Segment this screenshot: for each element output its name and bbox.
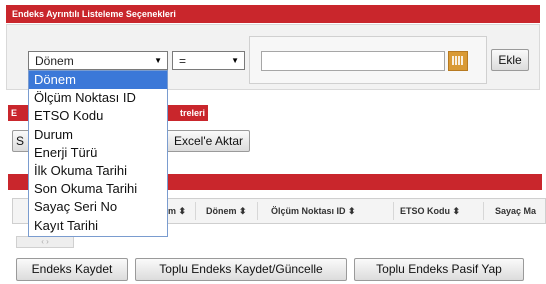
toolbar-left-button-label: S — [16, 134, 25, 148]
column-header-olcum-noktasi-id[interactable]: Ölçüm Noktası ID ⬍ — [271, 199, 356, 223]
dropdown-option[interactable]: Enerji Türü — [29, 144, 167, 162]
section-title-right: treleri — [180, 108, 206, 118]
operator-select[interactable]: = ▼ — [172, 51, 245, 70]
dropdown-option[interactable]: ETSO Kodu — [29, 107, 167, 125]
dropdown-option[interactable]: Durum — [29, 126, 167, 144]
chevron-down-icon: ▼ — [231, 56, 239, 65]
value-input[interactable] — [261, 51, 445, 71]
calendar-icon — [452, 56, 463, 65]
bulk-passive-label: Toplu Endeks Pasif Yap — [376, 262, 502, 276]
panel-title: Endeks Ayrıntılı Listeleme Seçenekleri — [12, 9, 176, 19]
calendar-button[interactable] — [448, 51, 468, 71]
add-button-label: Ekle — [498, 53, 522, 67]
bulk-passive-button[interactable]: Toplu Endeks Pasif Yap — [354, 258, 524, 281]
column-header-partial[interactable]: m ⬍ — [168, 199, 186, 223]
chevron-down-icon: ▼ — [154, 56, 162, 65]
panel-header: Endeks Ayrıntılı Listeleme Seçenekleri — [6, 5, 540, 23]
column-divider — [195, 202, 196, 220]
column-divider — [483, 202, 484, 220]
pager-arrows: ‹ › — [41, 237, 49, 246]
field-dropdown-list[interactable]: Dönem Ölçüm Noktası ID ETSO Kodu Durum Enerj… — [28, 70, 168, 237]
dropdown-option[interactable]: Ölçüm Noktası ID — [29, 89, 167, 107]
operator-select-value: = — [179, 54, 187, 68]
column-header-donem[interactable]: Dönem ⬍ — [206, 199, 247, 223]
bulk-save-button[interactable]: Toplu Endeks Kaydet/Güncelle — [135, 258, 347, 281]
dropdown-option[interactable]: İlk Okuma Tarihi — [29, 162, 167, 180]
dropdown-option[interactable]: Sayaç Seri No — [29, 198, 167, 216]
bulk-save-label: Toplu Endeks Kaydet/Güncelle — [159, 262, 323, 276]
dropdown-option[interactable]: Son Okuma Tarihi — [29, 180, 167, 198]
add-button[interactable]: Ekle — [491, 49, 529, 71]
dropdown-option[interactable]: Kayıt Tarihi — [29, 217, 167, 235]
save-endeks-label: Endeks Kaydet — [31, 262, 113, 276]
column-divider — [257, 202, 258, 220]
column-header-etso-kodu[interactable]: ETSO Kodu ⬍ — [400, 199, 460, 223]
section-title-left: E — [11, 108, 18, 118]
field-select[interactable]: Dönem ▼ — [28, 51, 168, 70]
column-header-sayac-ma[interactable]: Sayaç Ma — [495, 199, 536, 223]
export-excel-button[interactable]: Excel'e Aktar — [160, 130, 250, 152]
pager[interactable]: ‹ › — [16, 236, 74, 248]
export-excel-label: Excel'e Aktar — [174, 134, 243, 148]
save-endeks-button[interactable]: Endeks Kaydet — [16, 258, 128, 281]
field-select-value: Dönem — [35, 54, 74, 68]
column-divider — [393, 202, 394, 220]
dropdown-option[interactable]: Dönem — [29, 71, 167, 89]
